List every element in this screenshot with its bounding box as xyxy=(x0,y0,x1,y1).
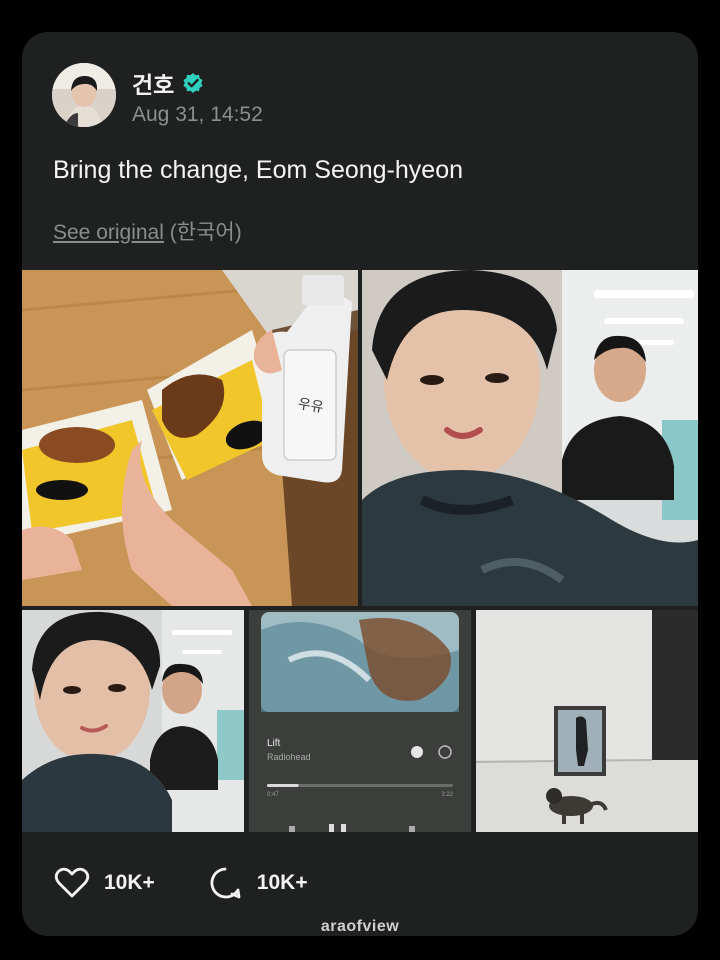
like-button[interactable]: 10K+ xyxy=(54,867,155,899)
track-duration: 3:22 xyxy=(441,792,453,798)
author-row: 건호 xyxy=(132,66,204,100)
photo-pastry-and-milk[interactable]: 우유 xyxy=(22,270,358,606)
photo-music-player[interactable]: Lift Radiohead 0:47 3:22 xyxy=(249,610,471,832)
favorite-icon[interactable] xyxy=(412,747,422,757)
heart-icon xyxy=(54,867,90,898)
track-title: Lift xyxy=(267,738,281,749)
post-timestamp: Aug 31, 14:52 xyxy=(132,103,263,126)
post-card: 건호 Aug 31, 14:52 Bring the change, Eom S… xyxy=(22,32,698,936)
translation-row: See original (한국어) xyxy=(53,216,242,246)
original-language-label: (한국어) xyxy=(169,221,242,244)
track-artist: Radiohead xyxy=(267,752,311,762)
comment-button[interactable]: 10K+ xyxy=(207,866,308,900)
avatar[interactable] xyxy=(52,63,116,127)
verified-badge-icon xyxy=(182,72,204,94)
more-options-icon[interactable] xyxy=(440,747,450,757)
photo-closeup-hallway[interactable] xyxy=(22,610,244,832)
post-body-text: Bring the change, Eom Seong-hyeon xyxy=(53,156,463,184)
like-count: 10K+ xyxy=(104,871,155,894)
photo-selfie-hallway[interactable] xyxy=(362,270,698,606)
see-original-link[interactable]: See original xyxy=(53,221,164,244)
post-actions: 10K+ 10K+ xyxy=(54,866,360,900)
comment-count: 10K+ xyxy=(256,871,308,894)
track-elapsed: 0:47 xyxy=(267,792,279,798)
watermark: araofview xyxy=(320,918,400,935)
author-name[interactable]: 건호 xyxy=(132,66,174,100)
comment-bubble-icon xyxy=(210,867,241,899)
media-grid: 우유 Lift Radiohead 0:47 3:22 xyxy=(22,270,698,832)
photo-poster-and-dog[interactable] xyxy=(476,610,698,832)
playback-progress-fill xyxy=(267,784,299,787)
